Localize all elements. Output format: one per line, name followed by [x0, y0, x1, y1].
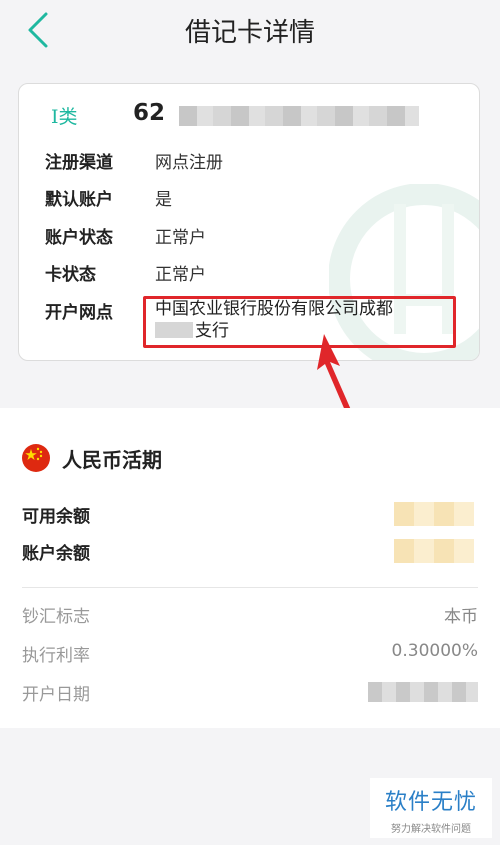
info-value: 正常户: [155, 265, 206, 285]
info-label: 开户网点: [45, 303, 113, 323]
page-title: 借记卡详情: [184, 18, 315, 48]
info-label: 卡状态: [45, 265, 96, 285]
open-date-masked: [368, 682, 478, 702]
info-value: 网点注册: [155, 153, 223, 173]
info-label: 账户状态: [45, 228, 113, 248]
currency-title: 人民币活期: [62, 448, 162, 472]
nav-bar: 借记卡详情: [0, 0, 500, 60]
detail-label: 执行利率: [22, 646, 90, 666]
balance-row-available: 可用余额: [22, 502, 482, 528]
info-value: 是: [155, 190, 172, 210]
china-flag-icon: [22, 444, 50, 472]
detail-row-cash-flag: 钞汇标志 本币: [22, 602, 478, 628]
info-label: 注册渠道: [45, 153, 113, 173]
annotation-highlight-box: [143, 296, 456, 348]
balance-value-masked: [394, 502, 474, 526]
detail-value: 本币: [444, 607, 478, 627]
card-number-prefix: 62: [133, 100, 166, 126]
watermark-main: 软件无忧: [384, 790, 477, 815]
card-type-label: I类: [51, 106, 78, 128]
detail-label: 开户日期: [22, 685, 90, 705]
divider: [22, 587, 478, 588]
balance-value-masked: [394, 539, 474, 563]
watermark-sub: 努力解决软件问题: [391, 824, 471, 835]
detail-label: 钞汇标志: [22, 607, 90, 627]
detail-row-interest-rate: 执行利率 0.30000%: [22, 641, 478, 667]
balance-row-account: 账户余额: [22, 539, 482, 565]
detail-value: 0.30000%: [391, 641, 478, 661]
detail-row-open-date: 开户日期: [22, 680, 478, 706]
balance-label: 可用余额: [22, 507, 90, 527]
info-label: 默认账户: [45, 190, 113, 210]
info-value: 正常户: [155, 228, 206, 248]
card-number-masked: [179, 106, 419, 126]
rmb-current-account: 人民币活期 可用余额 账户余额 钞汇标志 本币 执行利率 0.30000% 开户…: [0, 408, 500, 728]
site-watermark: 软件无忧 努力解决软件问题: [370, 778, 492, 838]
balance-label: 账户余额: [22, 544, 90, 564]
